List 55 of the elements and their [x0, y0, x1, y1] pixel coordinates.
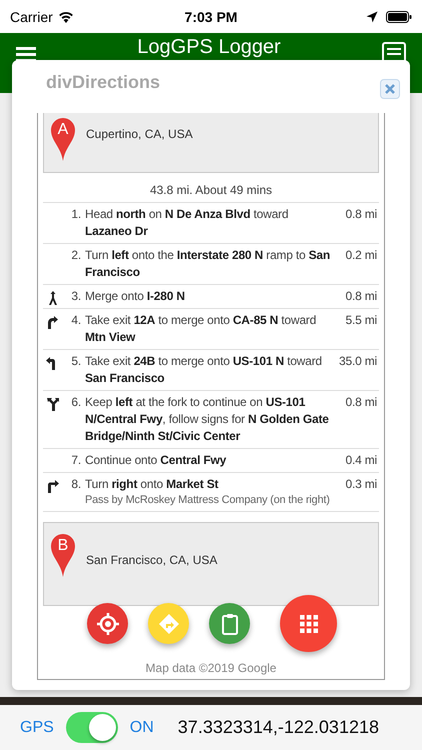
marker-letter: B	[56, 537, 70, 555]
step-note: Pass by McRoskey Mattress Company (on the right)	[85, 493, 331, 508]
step-distance: 0.2 mi	[344, 247, 378, 264]
marker-letter: A	[56, 121, 70, 139]
step-distance: 35.0 mi	[338, 353, 378, 370]
gps-state: ON	[130, 718, 154, 736]
step-distance: 0.3 mi	[344, 476, 378, 493]
step-distance: 0.4 mi	[344, 452, 378, 469]
step-instruction: Take exit 24B to merge onto US-101 N toward San Francisco	[85, 353, 323, 387]
gps-label: GPS	[20, 718, 54, 736]
step-instruction: Take exit 12A to merge onto CA-85 N toward Mtn View	[85, 312, 318, 346]
address-text: Cupertino, CA, USA	[86, 127, 193, 141]
coordinates-text: 37.3323314,-122.031218	[178, 717, 379, 738]
location-arrow-icon	[366, 10, 378, 22]
gps-toggle[interactable]	[66, 712, 118, 743]
step-number: 2.	[70, 247, 82, 264]
grid-icon	[298, 614, 318, 634]
step-number: 7.	[70, 452, 82, 469]
app-title: LogGPS Logger	[137, 36, 281, 58]
step-number: 1.	[70, 206, 82, 223]
step-distance: 5.5 mi	[344, 312, 378, 329]
carrier-name: Carrier	[10, 8, 53, 24]
address-text: San Francisco, CA, USA	[86, 553, 218, 567]
step-instruction: Head north on N De Anza Blvd toward Lazaneo Dr	[85, 206, 290, 240]
step-number: 5.	[70, 353, 82, 370]
turn-right-icon	[46, 479, 60, 493]
step-instruction: Keep left at the fork to continue on US-101 N/Central Fwy, follow signs for N Golden Gate Bridge/Ninth St/Civic Center	[85, 394, 330, 445]
step-instruction: Turn left onto the Interstate 280 N ramp to San Francisco	[85, 247, 331, 281]
step-number: 8.	[70, 476, 82, 493]
step-distance: 0.8 mi	[344, 288, 378, 305]
locate-icon	[96, 612, 118, 634]
close-icon	[385, 84, 395, 94]
directions-sign-icon	[158, 612, 180, 634]
step-number: 6.	[70, 394, 82, 411]
step-distance: 0.8 mi	[344, 206, 378, 223]
step-distance: 0.8 mi	[344, 394, 378, 411]
dialog-title: divDirections	[46, 72, 160, 93]
clock-time: 7:03 PM	[184, 8, 238, 24]
battery-icon	[386, 10, 412, 22]
merge-arrow-icon	[46, 291, 60, 305]
step-instruction: Continue onto Central Fwy	[85, 452, 228, 469]
ramp-right-icon	[46, 315, 60, 329]
locate-button[interactable]	[87, 603, 128, 644]
route-summary: 43.8 mi. About 49 mins	[43, 173, 379, 203]
wifi-icon	[58, 10, 74, 22]
step-instruction: Turn right onto Market St	[85, 476, 220, 493]
step-instruction: Merge onto I-280 N	[85, 288, 186, 305]
clipboard-button[interactable]	[209, 603, 250, 644]
close-button[interactable]	[380, 78, 400, 98]
map-pin-icon	[50, 117, 76, 161]
step-number: 4.	[70, 312, 82, 329]
map-pin-icon	[50, 533, 76, 577]
fork-left-icon	[46, 397, 60, 411]
apps-button[interactable]	[280, 595, 337, 652]
step-number: 3.	[70, 288, 82, 305]
